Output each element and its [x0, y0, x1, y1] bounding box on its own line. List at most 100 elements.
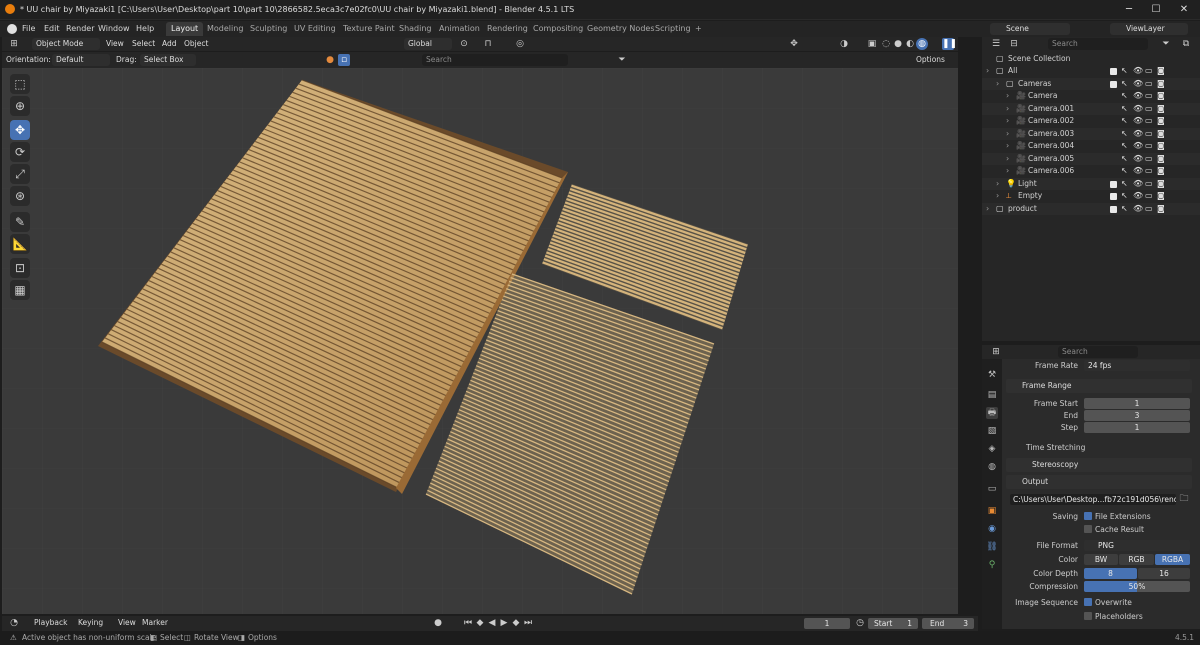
tool-search-input[interactable]: Search: [422, 54, 568, 66]
object-tab-icon[interactable]: ▣: [986, 505, 998, 517]
outliner-row[interactable]: › 🎥 Camera.001 ↖ 👁 ▭ ◙: [982, 102, 1200, 116]
render-camera-icon[interactable]: ◙: [1157, 190, 1165, 203]
visibility-eye-icon[interactable]: 👁: [1133, 65, 1143, 78]
orientation-dropdown[interactable]: Default: [52, 54, 110, 66]
annotate-icon[interactable]: ✎: [10, 212, 30, 232]
gizmo-icon[interactable]: ✥: [788, 38, 800, 50]
viewport-toggle-icon[interactable]: ▭: [1145, 153, 1153, 166]
frame-start-field[interactable]: 1: [1084, 398, 1190, 409]
expand-arrow-icon[interactable]: ›: [986, 203, 989, 216]
render-camera-icon[interactable]: ◙: [1157, 165, 1165, 178]
exclude-checkbox[interactable]: [1110, 80, 1117, 88]
snap-icon[interactable]: ⊓: [482, 38, 494, 50]
visibility-eye-icon[interactable]: 👁: [1133, 103, 1143, 116]
current-frame-field[interactable]: 1: [804, 618, 850, 629]
play-icon[interactable]: ▶: [498, 617, 510, 629]
timeline-start-field[interactable]: Start 1: [868, 618, 918, 629]
cache-result-checkbox[interactable]: [1084, 525, 1092, 533]
stereoscopy-header[interactable]: Stereoscopy: [1006, 458, 1192, 472]
data-tab-icon[interactable]: ⚲: [986, 559, 998, 571]
render-camera-icon[interactable]: ◙: [1157, 115, 1165, 128]
menu-render[interactable]: Render: [66, 24, 94, 33]
menu-help[interactable]: Help: [136, 24, 154, 33]
visibility-eye-icon[interactable]: 👁: [1133, 178, 1143, 191]
menu-marker[interactable]: Marker: [142, 617, 168, 629]
select-toggle-icon[interactable]: ↖: [1121, 78, 1128, 91]
world-tab-icon[interactable]: ◍: [986, 461, 998, 473]
tab-layout[interactable]: Layout: [166, 22, 204, 36]
select-toggle-icon[interactable]: ↖: [1121, 90, 1128, 103]
properties-editor-icon[interactable]: ⊞: [990, 346, 1002, 358]
visibility-eye-icon[interactable]: 👁: [1133, 165, 1143, 178]
outliner-filter-mode-icon[interactable]: ⊟: [1008, 38, 1020, 50]
outliner-row[interactable]: › ⟂ Empty ↖ 👁 ▭ ◙: [982, 190, 1200, 203]
stopwatch-icon[interactable]: ◷: [854, 617, 866, 629]
expand-arrow-icon[interactable]: ›: [996, 190, 999, 203]
collection-tab-icon[interactable]: ▭: [986, 483, 998, 495]
exclude-checkbox[interactable]: [1110, 193, 1117, 200]
viewport-toggle-icon[interactable]: ▭: [1145, 203, 1153, 216]
outliner-row[interactable]: › 💡 Light ↖ 👁 ▭ ◙: [982, 177, 1200, 191]
menu-keying[interactable]: Keying: [78, 617, 103, 629]
viewport-toggle-icon[interactable]: ▭: [1145, 128, 1153, 141]
select-toggle-icon[interactable]: ↖: [1121, 140, 1128, 153]
compression-slider[interactable]: 50%: [1084, 581, 1190, 592]
time-stretching-toggle[interactable]: Time Stretching: [1026, 443, 1085, 452]
select-toggle-icon[interactable]: ↖: [1121, 165, 1128, 178]
render-camera-icon[interactable]: ◙: [1157, 103, 1165, 116]
rendered-shading-icon[interactable]: ◍: [916, 38, 928, 50]
wireframe-shading-icon[interactable]: ◌: [880, 38, 892, 50]
pause-icon[interactable]: ❚❚: [942, 38, 957, 50]
view-layer-tab-icon[interactable]: ▧: [986, 425, 998, 437]
cursor-icon[interactable]: ⊕: [10, 96, 30, 116]
tab-scripting[interactable]: Scripting: [650, 22, 696, 36]
expand-arrow-icon[interactable]: ›: [986, 65, 989, 78]
options-menu[interactable]: Options: [916, 54, 945, 66]
viewport-toggle-icon[interactable]: ▭: [1145, 178, 1153, 191]
scene-tab-icon[interactable]: ◈: [986, 443, 998, 455]
frame-range-header[interactable]: Frame Range: [1006, 379, 1192, 393]
next-keyframe-icon[interactable]: ◆: [510, 617, 522, 629]
file-extensions-checkbox[interactable]: [1084, 512, 1092, 520]
maximize-button[interactable]: ☐: [1143, 2, 1169, 18]
mode-selector[interactable]: Object Mode: [32, 38, 100, 50]
output-header[interactable]: Output: [1006, 475, 1192, 489]
select-toggle-icon[interactable]: ↖: [1121, 128, 1128, 141]
expand-arrow-icon[interactable]: ›: [1006, 140, 1009, 153]
visibility-eye-icon[interactable]: 👁: [1133, 153, 1143, 166]
color-depth-8-button[interactable]: 8: [1084, 568, 1137, 579]
add-cube-icon[interactable]: ⊡: [10, 258, 30, 278]
expand-arrow-icon[interactable]: ›: [1006, 103, 1009, 116]
properties-search-input[interactable]: Search: [1058, 346, 1138, 358]
select-toggle-icon[interactable]: ↖: [1121, 65, 1128, 78]
color-rgba-button[interactable]: RGBA: [1155, 554, 1190, 565]
menu-window[interactable]: Window: [98, 24, 130, 33]
timeline-editor-icon[interactable]: ◔: [8, 617, 20, 629]
outliner-row[interactable]: › ▢ Cameras ↖ 👁 ▭ ◙: [982, 77, 1200, 91]
menu-object[interactable]: Object: [184, 38, 208, 50]
menu-select[interactable]: Select: [132, 38, 155, 50]
select-toggle-icon[interactable]: ↖: [1121, 190, 1128, 203]
render-camera-icon[interactable]: ◙: [1157, 140, 1165, 153]
menu-view[interactable]: View: [106, 38, 124, 50]
tab-compositing[interactable]: Compositing: [528, 22, 588, 36]
exclude-checkbox[interactable]: [1110, 205, 1117, 213]
color-rgb-button[interactable]: RGB: [1119, 554, 1154, 565]
outliner-search-input[interactable]: Search: [1048, 38, 1148, 50]
3d-viewport[interactable]: ⬚ ⊕ ✥ ⟳ ⤢ ⊛ ✎ 📐 ⊡ ▦: [2, 68, 958, 614]
rotate-icon[interactable]: ⟳: [10, 142, 30, 162]
constraints-tab-icon[interactable]: ⛓: [986, 541, 998, 553]
overwrite-checkbox[interactable]: [1084, 598, 1092, 606]
panel-divider[interactable]: [958, 37, 980, 615]
menu-edit[interactable]: Edit: [44, 24, 60, 33]
blender-menu-icon[interactable]: [7, 24, 17, 34]
new-collection-icon[interactable]: ⧉: [1180, 38, 1192, 50]
color-depth-16-button[interactable]: 16: [1138, 568, 1190, 579]
outliner-row[interactable]: › 🎥 Camera.004 ↖ 👁 ▭ ◙: [982, 140, 1200, 153]
select-toggle-icon[interactable]: ↖: [1121, 203, 1128, 216]
filter-icon[interactable]: ⏷: [616, 54, 628, 66]
render-camera-icon[interactable]: ◙: [1157, 178, 1165, 191]
expand-arrow-icon[interactable]: ›: [996, 78, 999, 91]
timeline-end-field[interactable]: End 3: [922, 618, 974, 629]
proportional-edit-icon[interactable]: ◎: [514, 38, 526, 50]
